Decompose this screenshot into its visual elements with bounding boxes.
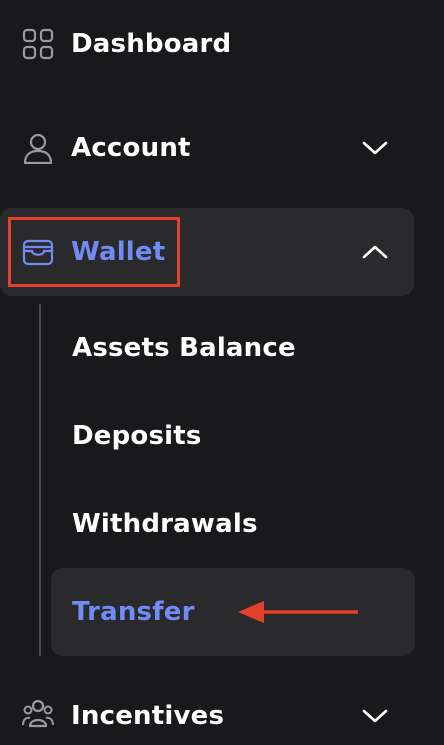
wallet-icon <box>22 239 54 266</box>
nav-item-incentives[interactable]: Incentives <box>0 672 414 745</box>
submenu-label: Deposits <box>72 421 202 451</box>
nav-item-wallet[interactable]: Wallet <box>0 208 414 296</box>
submenu-label: Withdrawals <box>72 509 258 539</box>
nav-label-account: Account <box>71 133 191 163</box>
nav-label-wallet: Wallet <box>71 237 166 267</box>
nav-label-incentives: Incentives <box>71 701 225 731</box>
submenu-label: Assets Balance <box>72 333 296 363</box>
chevron-up-icon[interactable] <box>360 240 390 264</box>
annotation-arrow-icon <box>238 601 358 623</box>
submenu-item-withdrawals[interactable]: Withdrawals <box>51 480 415 568</box>
nav-label-dashboard: Dashboard <box>71 29 232 59</box>
grid-icon <box>22 28 54 60</box>
nav-item-account[interactable]: Account <box>0 104 414 192</box>
user-icon <box>23 133 53 164</box>
nav-item-dashboard[interactable]: Dashboard <box>0 0 414 88</box>
submenu-item-assets-balance[interactable]: Assets Balance <box>51 304 415 392</box>
submenu-item-deposits[interactable]: Deposits <box>51 392 415 480</box>
chevron-down-icon[interactable] <box>360 136 390 160</box>
submenu-label: Transfer <box>72 597 195 627</box>
submenu-item-transfer[interactable]: Transfer <box>51 568 415 656</box>
submenu-guide-line <box>39 304 41 656</box>
chevron-down-icon[interactable] <box>360 704 390 728</box>
group-icon <box>22 699 54 728</box>
sidebar-nav: Dashboard Account Wallet Assets Balance … <box>0 0 444 745</box>
